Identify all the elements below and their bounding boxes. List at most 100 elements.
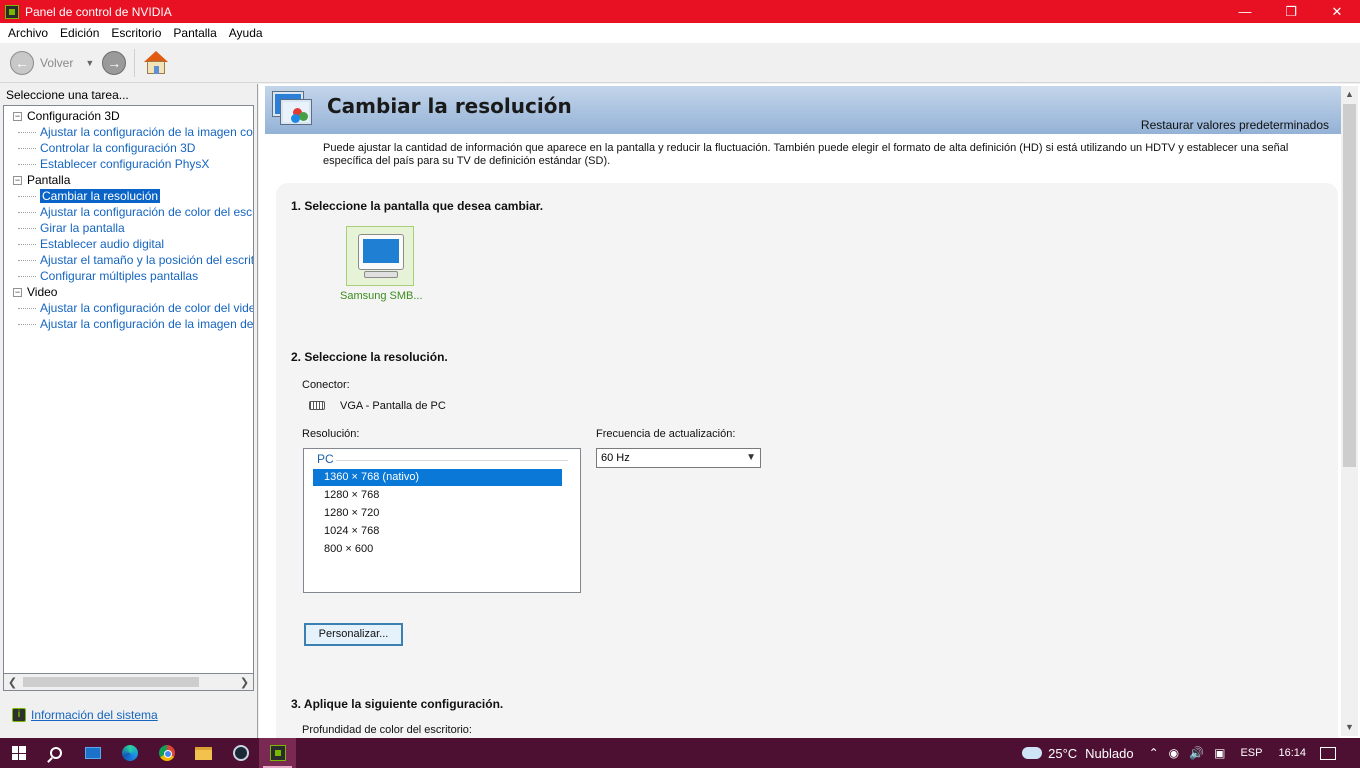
tree-item[interactable]: Ajustar la configuración de la imagen co… <box>4 124 253 140</box>
scroll-right-icon[interactable]: ❯ <box>236 676 253 689</box>
system-tray: 25°C Nublado ⌃ ◉ 🔊 ▣ ESP 16:14 <box>1022 738 1360 768</box>
tree-item[interactable]: Establecer configuración PhysX <box>4 156 253 172</box>
weather-condition[interactable]: Nublado <box>1085 746 1133 761</box>
menu-pantalla[interactable]: Pantalla <box>167 26 222 40</box>
task-pane: Seleccione una tarea... − Configuración … <box>0 84 258 738</box>
back-button-label[interactable]: Volver <box>40 56 73 70</box>
step-1-heading: 1. Seleccione la pantalla que desea camb… <box>291 199 544 213</box>
taskbar: 25°C Nublado ⌃ ◉ 🔊 ▣ ESP 16:14 <box>0 738 1360 768</box>
tree-item[interactable]: Ajustar la configuración de color del vi… <box>4 300 253 316</box>
color-depth-label: Profundidad de color del escritorio: <box>302 724 472 736</box>
resolution-list[interactable]: PC 1360 × 768 (nativo) 1280 × 768 1280 ×… <box>303 448 581 593</box>
title-bar: Panel de control de NVIDIA — ❐ ✕ <box>0 0 1360 23</box>
resolution-option-selected[interactable]: 1360 × 768 (nativo) <box>313 469 562 486</box>
change-resolution-icon <box>271 90 315 130</box>
scroll-thumb[interactable] <box>23 677 199 687</box>
file-explorer-icon[interactable] <box>185 738 222 768</box>
content-pane: Cambiar la resolución Restaurar valores … <box>259 84 1360 738</box>
display-name[interactable]: Samsung SMB... <box>340 290 423 302</box>
resolution-option[interactable]: 800 × 600 <box>313 541 562 558</box>
back-arrow-icon[interactable]: ← <box>10 50 34 75</box>
forward-arrow-icon[interactable]: → <box>102 50 127 75</box>
collapse-icon[interactable]: − <box>13 287 22 297</box>
minimize-button[interactable]: — <box>1222 0 1268 23</box>
search-icon[interactable] <box>37 738 74 768</box>
steam-icon[interactable] <box>222 738 259 768</box>
tree-item[interactable]: Ajustar la configuración de la imagen de… <box>4 316 253 332</box>
resolution-group-label: PC <box>317 452 334 466</box>
chevron-up-icon[interactable]: ⌃ <box>1149 746 1159 760</box>
language-indicator[interactable]: ESP <box>1240 747 1262 759</box>
resolution-option[interactable]: 1024 × 768 <box>313 523 562 540</box>
system-info: i Información del sistema <box>12 708 158 722</box>
chrome-icon[interactable] <box>148 738 185 768</box>
connector-value: VGA - Pantalla de PC <box>340 400 446 412</box>
display-selector[interactable] <box>346 226 414 286</box>
restore-defaults-link[interactable]: Restaurar valores predeterminados <box>1141 118 1329 132</box>
menu-edicion[interactable]: Edición <box>54 26 105 40</box>
mail-icon[interactable] <box>74 738 111 768</box>
windows-start-icon[interactable] <box>0 738 37 768</box>
page-header: Cambiar la resolución Restaurar valores … <box>265 86 1341 134</box>
volume-icon[interactable]: 🔊 <box>1189 746 1204 760</box>
weather-temperature[interactable]: 25°C <box>1048 746 1077 761</box>
connector-label: Conector: <box>302 379 350 391</box>
tree-category-pantalla[interactable]: − Pantalla <box>4 172 253 188</box>
system-info-link[interactable]: Información del sistema <box>31 708 158 722</box>
weather-icon[interactable] <box>1022 747 1043 759</box>
resolution-option[interactable]: 1280 × 768 <box>313 487 562 504</box>
scroll-down-icon[interactable]: ▼ <box>1341 719 1358 736</box>
menu-ayuda[interactable]: Ayuda <box>223 26 269 40</box>
task-pane-label: Seleccione una tarea... <box>6 88 129 102</box>
page-title: Cambiar la resolución <box>327 94 572 118</box>
close-button[interactable]: ✕ <box>1314 0 1360 23</box>
menu-archivo[interactable]: Archivo <box>2 26 54 40</box>
tree-item[interactable]: Ajustar la configuración de color del es… <box>4 204 253 220</box>
toolbar: ← Volver ▼ → <box>0 43 1360 83</box>
edge-icon[interactable] <box>111 738 148 768</box>
tree-horizontal-scrollbar[interactable]: ❮ ❯ <box>3 674 254 691</box>
content-vertical-scrollbar[interactable]: ▲ ▼ <box>1341 86 1358 736</box>
tree-item-selected[interactable]: Cambiar la resolución <box>4 188 253 204</box>
menu-escritorio[interactable]: Escritorio <box>105 26 167 40</box>
tree-category-video[interactable]: − Video <box>4 284 253 300</box>
collapse-icon[interactable]: − <box>13 175 22 185</box>
maximize-button[interactable]: ❐ <box>1268 0 1314 23</box>
tree-item[interactable]: Configurar múltiples pantallas <box>4 268 253 284</box>
history-dropdown-icon[interactable]: ▼ <box>85 58 94 68</box>
tree-category-3d[interactable]: − Configuración 3D <box>4 108 253 124</box>
display-monitor-icon <box>358 234 404 270</box>
refresh-rate-select[interactable]: 60 Hz ▼ <box>596 448 761 468</box>
scroll-left-icon[interactable]: ❮ <box>4 676 21 689</box>
customize-button[interactable]: Personalizar... <box>304 623 403 646</box>
tree-item[interactable]: Ajustar el tamaño y la posición del escr… <box>4 252 253 268</box>
tree-item[interactable]: Girar la pantalla <box>4 220 253 236</box>
settings-panel: 1. Seleccione la pantalla que desea camb… <box>276 183 1338 738</box>
refresh-rate-value: 60 Hz <box>601 452 630 464</box>
nvidia-taskbar-icon[interactable] <box>259 738 296 768</box>
notification-icon[interactable] <box>1320 746 1336 760</box>
scroll-thumb[interactable] <box>1343 104 1356 467</box>
home-icon[interactable] <box>143 50 169 76</box>
page-description: Puede ajustar la cantidad de información… <box>323 142 1289 167</box>
task-tree: − Configuración 3D Ajustar la configurac… <box>3 105 254 674</box>
step-2-heading: 2. Seleccione la resolución. <box>291 350 448 364</box>
window-controls: — ❐ ✕ <box>1222 0 1360 23</box>
tree-item[interactable]: Controlar la configuración 3D <box>4 140 253 156</box>
scroll-up-icon[interactable]: ▲ <box>1341 86 1358 103</box>
toolbar-separator <box>134 48 136 77</box>
chevron-down-icon: ▼ <box>746 452 756 463</box>
nvidia-app-icon <box>5 4 19 19</box>
vga-connector-icon <box>309 401 325 410</box>
tree-item[interactable]: Establecer audio digital <box>4 236 253 252</box>
resolution-label: Resolución: <box>302 428 360 440</box>
resolution-option[interactable]: 1280 × 720 <box>313 505 562 522</box>
window-title: Panel de control de NVIDIA <box>25 4 172 19</box>
step-3-heading: 3. Aplique la siguiente configuración. <box>291 697 504 711</box>
refresh-rate-label: Frecuencia de actualización: <box>596 428 736 440</box>
clock[interactable]: 16:14 <box>1278 747 1306 759</box>
network-icon[interactable]: ▣ <box>1214 746 1225 760</box>
collapse-icon[interactable]: − <box>13 111 22 121</box>
menu-bar: Archivo Edición Escritorio Pantalla Ayud… <box>0 23 1360 43</box>
steam-tray-icon[interactable]: ◉ <box>1169 746 1179 760</box>
